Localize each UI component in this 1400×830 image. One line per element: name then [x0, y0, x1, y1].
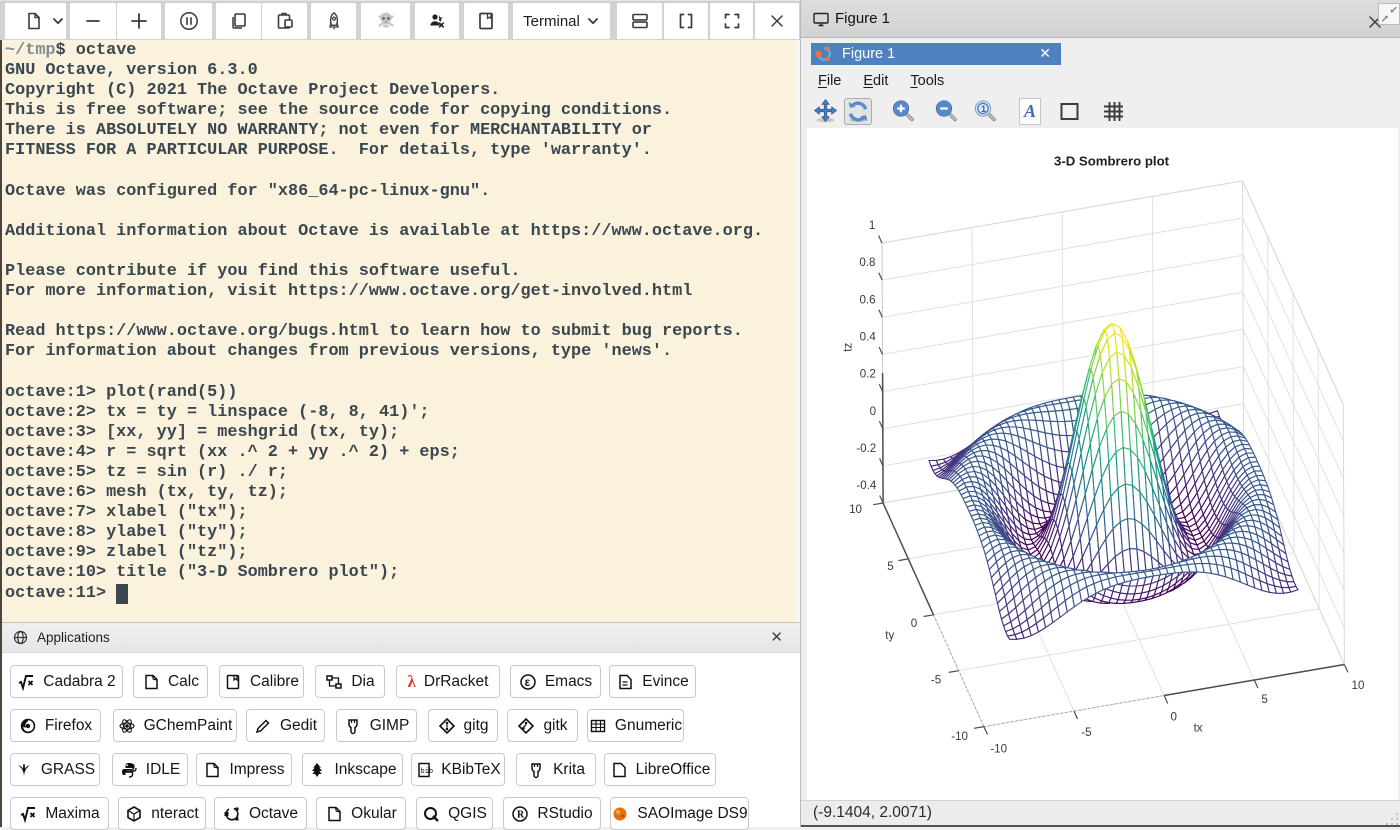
- svg-text:-0.4: -0.4: [856, 479, 877, 492]
- svg-text:0: 0: [1170, 710, 1176, 723]
- svg-text:3-D Sombrero plot: 3-D Sombrero plot: [1054, 153, 1170, 168]
- svg-text:5: 5: [887, 560, 893, 573]
- svg-text:tz: tz: [842, 342, 855, 351]
- svg-text:-5: -5: [1081, 726, 1091, 739]
- svg-text:ε: ε: [524, 677, 530, 689]
- svg-text:5: 5: [1261, 693, 1267, 706]
- svg-text:1: 1: [869, 219, 875, 232]
- svg-text:0: 0: [911, 617, 917, 630]
- svg-text:0.4: 0.4: [860, 331, 877, 344]
- svg-text:10: 10: [849, 503, 862, 516]
- svg-text:-10: -10: [951, 730, 968, 743]
- svg-text:0.8: 0.8: [859, 256, 875, 269]
- svg-text:0: 0: [870, 405, 876, 418]
- svg-text:bib: bib: [421, 768, 434, 776]
- svg-text:R: R: [517, 809, 525, 820]
- svg-text:0.2: 0.2: [860, 368, 876, 381]
- svg-text:-5: -5: [931, 674, 941, 687]
- svg-text:0.6: 0.6: [859, 293, 875, 306]
- svg-text:10: 10: [1352, 679, 1365, 692]
- svg-text:-0.2: -0.2: [856, 442, 876, 455]
- svg-text:ty: ty: [885, 629, 894, 642]
- svg-text:-10: -10: [990, 743, 1007, 756]
- svg-text:tx: tx: [1194, 721, 1203, 734]
- svg-text:1: 1: [980, 104, 986, 115]
